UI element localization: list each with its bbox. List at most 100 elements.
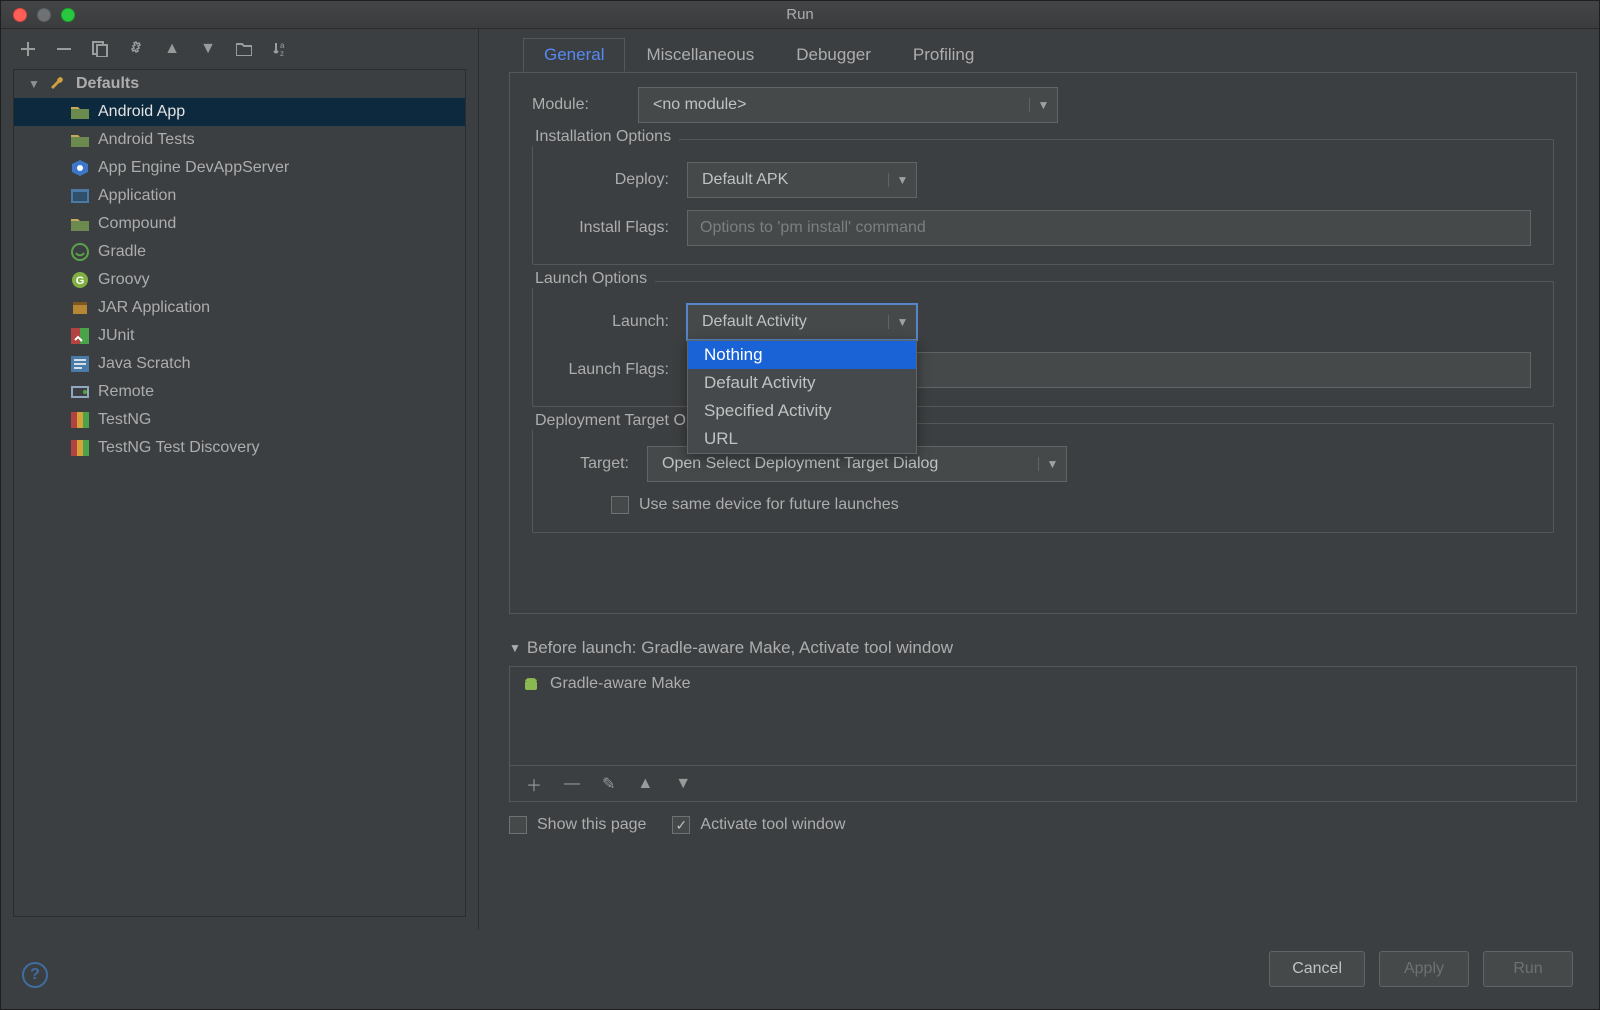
android-icon xyxy=(522,675,540,693)
zoom-window-button[interactable] xyxy=(61,8,75,22)
remote-icon xyxy=(70,383,90,401)
launch-label: Launch: xyxy=(555,313,675,331)
appengine-icon xyxy=(70,159,90,177)
target-label: Target: xyxy=(555,455,635,473)
add-icon[interactable]: ＋ xyxy=(526,772,542,796)
move-up-icon[interactable]: ▲ xyxy=(163,40,181,58)
move-down-icon[interactable]: ▼ xyxy=(199,40,217,58)
tree-item-label: Compound xyxy=(98,215,176,233)
remove-icon[interactable] xyxy=(55,40,73,58)
minimize-window-button[interactable] xyxy=(37,8,51,22)
sort-icon[interactable]: az xyxy=(271,40,289,58)
tree-item[interactable]: Java Scratch xyxy=(14,350,465,378)
testng-icon xyxy=(70,411,90,429)
tree-item-label: Groovy xyxy=(98,271,150,289)
deploy-combo[interactable]: Default APK ▼ xyxy=(687,162,917,198)
launch-option[interactable]: URL xyxy=(688,425,916,453)
tab-bar: GeneralMiscellaneousDebuggerProfiling xyxy=(523,38,1577,73)
help-button[interactable]: ? xyxy=(22,962,48,988)
before-launch-toolbar: ＋ — ✎ ▲ ▼ xyxy=(509,766,1577,802)
tree-item[interactable]: Remote xyxy=(14,378,465,406)
module-combo[interactable]: <no module> ▼ xyxy=(638,87,1058,123)
settings-icon[interactable] xyxy=(127,40,145,58)
launch-combo[interactable]: Default Activity ▼ xyxy=(687,304,917,340)
tree-item[interactable]: Android App xyxy=(14,98,465,126)
junit-icon xyxy=(70,327,90,345)
module-row: Module: <no module> ▼ xyxy=(532,87,1554,123)
tree-item-label: JAR Application xyxy=(98,299,210,317)
tree-item[interactable]: GGroovy xyxy=(14,266,465,294)
tree-item-label: JUnit xyxy=(98,327,134,345)
move-up-icon[interactable]: ▲ xyxy=(637,775,653,793)
before-launch-item[interactable]: Gradle-aware Make xyxy=(510,667,1576,701)
copy-icon[interactable] xyxy=(91,40,109,58)
chevron-down-icon: ▼ xyxy=(888,315,916,329)
run-configurations-dialog: Run ▲ ▼ az ▼ Defaults Android AppAn xyxy=(0,0,1600,1010)
tab-debugger[interactable]: Debugger xyxy=(775,38,892,72)
close-window-button[interactable] xyxy=(13,8,27,22)
module-value: <no module> xyxy=(639,96,1029,114)
cancel-button[interactable]: Cancel xyxy=(1269,951,1365,987)
chevron-down-icon: ▼ xyxy=(888,173,916,187)
tree-item[interactable]: TestNG xyxy=(14,406,465,434)
tab-profiling[interactable]: Profiling xyxy=(892,38,995,72)
launch-flags-label: Launch Flags: xyxy=(555,361,675,379)
tree-item[interactable]: Gradle xyxy=(14,238,465,266)
jar-icon xyxy=(70,299,90,317)
tab-general[interactable]: General xyxy=(523,38,625,72)
collapse-arrow-icon[interactable]: ▼ xyxy=(509,641,521,655)
add-icon[interactable] xyxy=(19,40,37,58)
module-label: Module: xyxy=(532,96,626,114)
chevron-down-icon: ▼ xyxy=(1029,98,1057,112)
edit-icon[interactable]: ✎ xyxy=(602,774,615,794)
config-tree[interactable]: ▼ Defaults Android App Android Tests App E… xyxy=(13,69,466,917)
expand-arrow-icon[interactable]: ▼ xyxy=(28,77,40,91)
activate-tool-window-checkbox[interactable] xyxy=(672,816,690,834)
folder-icon[interactable] xyxy=(235,40,253,58)
tree-item[interactable]: JUnit xyxy=(14,322,465,350)
remove-icon[interactable]: — xyxy=(564,775,580,793)
sidebar-toolbar: ▲ ▼ az xyxy=(1,29,478,69)
window-title: Run xyxy=(1,6,1599,23)
activate-tool-window-label: Activate tool window xyxy=(700,816,845,834)
tree-item-label: App Engine DevAppServer xyxy=(98,159,289,177)
launch-option[interactable]: Default Activity xyxy=(688,369,916,397)
install-flags-input[interactable] xyxy=(687,210,1531,246)
tree-item[interactable]: Application xyxy=(14,182,465,210)
tree-item[interactable]: App Engine DevAppServer xyxy=(14,154,465,182)
tree-item-label: Java Scratch xyxy=(98,355,190,373)
tree-item[interactable]: JAR Application xyxy=(14,294,465,322)
deployment-target-group: Deployment Target Options Target: Open S… xyxy=(532,423,1554,533)
launch-dropdown-popup[interactable]: NothingDefault ActivitySpecified Activit… xyxy=(687,340,917,454)
folder-green-icon xyxy=(70,215,90,233)
tree-item-label: Application xyxy=(98,187,176,205)
titlebar: Run xyxy=(1,1,1599,29)
folder-green-icon xyxy=(70,131,90,149)
launch-option[interactable]: Specified Activity xyxy=(688,397,916,425)
tree-item[interactable]: TestNG Test Discovery xyxy=(14,434,465,462)
show-this-page-checkbox[interactable] xyxy=(509,816,527,834)
installation-options-group: Installation Options Deploy: Default APK… xyxy=(532,139,1554,265)
tree-defaults-node[interactable]: ▼ Defaults xyxy=(14,70,465,98)
before-launch-title: Before launch: Gradle-aware Make, Activa… xyxy=(527,638,953,658)
tree-item[interactable]: Android Tests xyxy=(14,126,465,154)
tab-miscellaneous[interactable]: Miscellaneous xyxy=(625,38,775,72)
before-launch-header[interactable]: ▼ Before launch: Gradle-aware Make, Acti… xyxy=(509,638,1577,658)
gradle-icon xyxy=(70,243,90,261)
left-pane: ▲ ▼ az ▼ Defaults Android App Android Tes… xyxy=(1,29,479,929)
same-device-checkbox[interactable] xyxy=(611,496,629,514)
move-down-icon[interactable]: ▼ xyxy=(675,775,691,793)
launch-options-legend: Launch Options xyxy=(527,270,655,288)
install-options-legend: Installation Options xyxy=(527,128,679,146)
launch-value: Default Activity xyxy=(688,313,888,331)
tree-item-label: Android Tests xyxy=(98,131,195,149)
tree-item[interactable]: Compound xyxy=(14,210,465,238)
apply-button[interactable]: Apply xyxy=(1379,951,1469,987)
svg-text:z: z xyxy=(280,49,284,57)
launch-option[interactable]: Nothing xyxy=(688,341,916,369)
wrench-icon xyxy=(48,75,68,93)
install-flags-label: Install Flags: xyxy=(555,219,675,237)
run-button[interactable]: Run xyxy=(1483,951,1573,987)
before-launch-list[interactable]: Gradle-aware Make xyxy=(509,666,1577,766)
tree-item-label: Gradle xyxy=(98,243,146,261)
